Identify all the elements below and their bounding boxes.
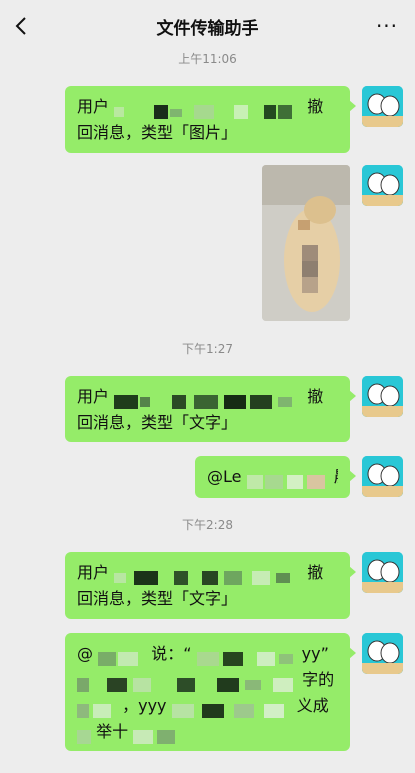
- avatar[interactable]: [362, 86, 403, 127]
- message-line: 举十: [77, 719, 338, 745]
- avatar[interactable]: [362, 552, 403, 593]
- message-text: 用户: [77, 97, 110, 116]
- pixelated-redaction: [114, 391, 302, 409]
- message-line: 回消息，类型「文字」: [77, 413, 238, 432]
- pixelated-redaction: [77, 674, 297, 692]
- message-text: 晨: [334, 467, 338, 486]
- message-text: 举十: [96, 722, 129, 741]
- pixelated-redaction: [77, 700, 117, 718]
- message-bubble[interactable]: @ 说：“ yy” 字的 ，yyy 义成 举十: [65, 633, 356, 751]
- avatar[interactable]: [362, 165, 403, 206]
- timestamp: 上午11:06: [178, 52, 237, 66]
- message-text: 说：“: [151, 644, 192, 663]
- message-text: 撤: [307, 97, 324, 116]
- image-message[interactable]: [262, 165, 350, 321]
- message-line: 用户 撤: [77, 560, 338, 586]
- message-text: @Le: [207, 467, 242, 486]
- pixelated-redaction: [98, 648, 146, 666]
- message-text: 字的: [302, 670, 335, 689]
- message-line: 回消息，类型「图片」: [77, 123, 238, 142]
- message-line: ，yyy 义成: [77, 693, 338, 719]
- pixelated-redaction: [196, 648, 297, 666]
- message-line: 字的: [77, 667, 338, 693]
- message-line: 用户 撤: [77, 384, 338, 410]
- message-text: 用户: [77, 387, 110, 406]
- message-line: 用户 撤: [77, 94, 338, 120]
- message-text: 撤: [307, 563, 324, 582]
- chat-title: 文件传输助手: [156, 19, 259, 39]
- message-text: ，yyy: [122, 696, 167, 715]
- pixelated-redaction: [114, 101, 302, 119]
- avatar[interactable]: [362, 633, 403, 674]
- pixelated-redaction: [171, 700, 292, 718]
- title-bar: 文件传输助手 ···: [0, 0, 415, 52]
- message-text: @: [77, 644, 93, 663]
- message-bubble[interactable]: 用户 撤 回消息，类型「图片」: [65, 86, 356, 153]
- avatar[interactable]: [362, 456, 403, 497]
- timestamp: 下午1:27: [182, 342, 233, 356]
- message-text: 义成: [296, 696, 329, 715]
- message-text: yy”: [301, 644, 329, 663]
- message-line: @ 说：“ yy”: [77, 641, 338, 667]
- message-text: 撤: [307, 387, 324, 406]
- avatar[interactable]: [362, 376, 403, 417]
- message-line: 回消息，类型「文字」: [77, 589, 238, 608]
- message-bubble[interactable]: 用户 撤 回消息，类型「文字」: [65, 552, 356, 619]
- pixelated-redaction: [246, 471, 329, 489]
- pixelated-redaction: [114, 567, 302, 585]
- more-dots-icon[interactable]: ···: [373, 12, 401, 40]
- message-line: @Le 晨: [207, 464, 338, 490]
- pixelated-redaction: [77, 726, 91, 744]
- pixelated-redaction: [133, 726, 181, 744]
- timestamp: 下午2:28: [182, 518, 233, 532]
- message-bubble[interactable]: @Le 晨: [195, 456, 356, 498]
- message-text: 用户: [77, 563, 110, 582]
- message-bubble[interactable]: 用户 撤 回消息，类型「文字」: [65, 376, 356, 442]
